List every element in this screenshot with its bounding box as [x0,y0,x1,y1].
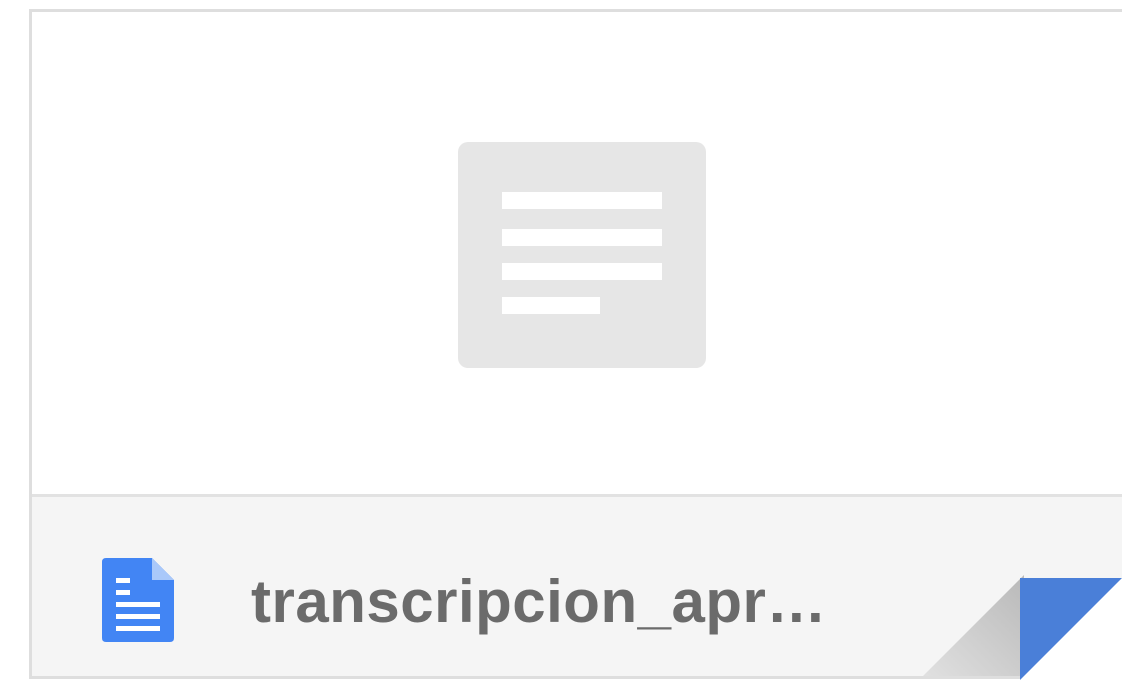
file-name[interactable]: transcripcion_apr… [251,566,827,638]
file-card-footer[interactable]: transcripcion_apr… [32,497,1122,676]
selected-corner-indicator [1020,578,1122,680]
doc-line [502,297,600,314]
file-preview[interactable] [32,12,1122,497]
doc-line [502,229,662,246]
doc-line [502,192,662,209]
doc-line [502,263,662,280]
google-docs-icon [102,558,174,642]
drive-file-grid: transcripcion_apr… [0,0,1122,680]
document-lines-icon [458,142,706,368]
file-card[interactable]: transcripcion_apr… [29,9,1122,679]
page-curl-decoration [923,575,1024,676]
